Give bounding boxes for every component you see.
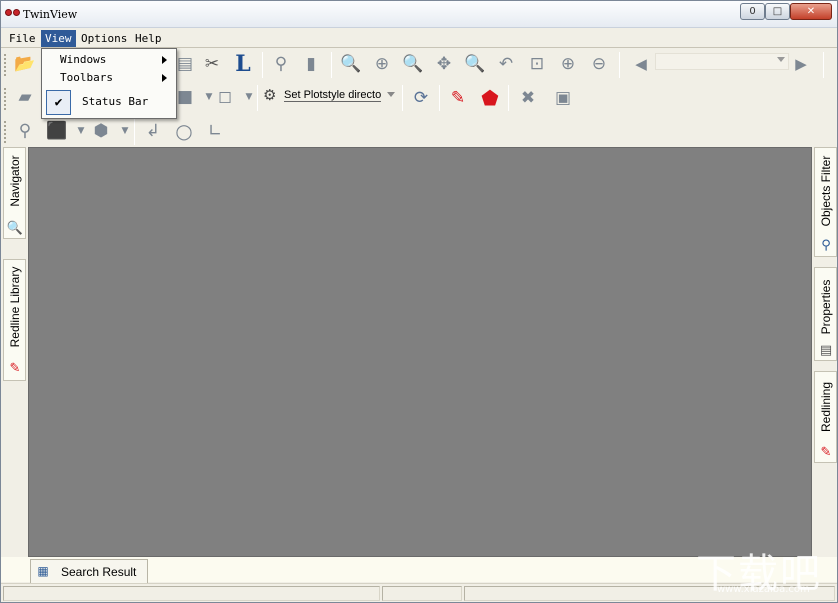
status-pane bbox=[382, 586, 462, 601]
magnifier-icon: 🔍 bbox=[6, 220, 24, 236]
next-view-icon[interactable]: ▶ bbox=[789, 52, 813, 76]
redline-shape-icon[interactable]: ⬟ bbox=[478, 86, 502, 110]
zoom-extents-icon[interactable]: ⊡ bbox=[525, 52, 549, 76]
zoom-in-icon[interactable]: ⊕ bbox=[370, 52, 394, 76]
view-menu-dropdown: Windows Toolbars ✔ Status Bar bbox=[41, 48, 177, 119]
plotstyle-combo[interactable]: ⚙ Set Plotstyle directo bbox=[262, 86, 397, 104]
search-result-icon: ▦ bbox=[37, 563, 49, 578]
app-window: TwinView 0 □ ✕ File View Options Help 📂 … bbox=[0, 0, 838, 603]
tab-redline-library[interactable]: Redline Library ✎ bbox=[3, 259, 26, 381]
layers-l-icon[interactable]: L bbox=[231, 51, 255, 77]
close-button[interactable]: ✕ bbox=[790, 3, 832, 20]
previous-view-icon[interactable]: ◀ bbox=[629, 52, 653, 76]
submenu-arrow-icon bbox=[162, 74, 167, 82]
rotate-axis-icon[interactable]: ↲ bbox=[141, 119, 165, 143]
view-selector-combo[interactable] bbox=[655, 53, 789, 70]
zoom-pan-icon[interactable]: ✥ bbox=[432, 52, 456, 76]
menu-file[interactable]: File bbox=[5, 30, 40, 47]
refresh-icon[interactable]: ⟳ bbox=[409, 86, 433, 110]
tab-navigator[interactable]: Navigator 🔍 bbox=[3, 147, 26, 239]
orbit-icon[interactable]: ⚲ bbox=[13, 119, 37, 143]
menu-options[interactable]: Options bbox=[77, 30, 131, 47]
title-bar[interactable]: TwinView 0 □ ✕ bbox=[1, 1, 837, 28]
markup-settings-icon[interactable]: ▣ bbox=[551, 86, 575, 110]
tools-icon[interactable]: ✂ bbox=[200, 52, 224, 76]
solid-icon[interactable]: ⬢ bbox=[89, 119, 113, 143]
cube-icon[interactable]: ⬛ bbox=[45, 119, 69, 143]
zoom-previous-icon[interactable]: ↶ bbox=[494, 52, 518, 76]
tab-redlining[interactable]: Redlining ✎ bbox=[814, 371, 837, 463]
properties-icon: ▤ bbox=[819, 342, 833, 358]
menu-view[interactable]: View bbox=[41, 30, 76, 47]
redline-pen-icon[interactable]: ✎ bbox=[446, 86, 470, 110]
zoom-minus-icon[interactable]: ⊖ bbox=[587, 52, 611, 76]
minimize-button[interactable]: 0 bbox=[740, 3, 765, 20]
menu-item-status-bar[interactable]: ✔ Status Bar bbox=[43, 87, 175, 117]
menu-bar: File View Options Help bbox=[1, 28, 837, 48]
delete-markup-icon[interactable]: ✖ bbox=[516, 86, 540, 110]
tab-properties[interactable]: Properties ▤ bbox=[814, 267, 837, 361]
maximize-button[interactable]: □ bbox=[765, 3, 790, 20]
pin-icon[interactable]: ⚲ bbox=[269, 52, 293, 76]
app-icon bbox=[5, 8, 21, 18]
menu-item-toolbars[interactable]: Toolbars bbox=[43, 69, 175, 87]
filter-icon: ⚲ bbox=[821, 237, 831, 253]
background-icon[interactable]: ◻ bbox=[213, 85, 237, 109]
menu-help[interactable]: Help bbox=[131, 30, 166, 47]
submenu-arrow-icon bbox=[162, 56, 167, 64]
redline-icon: ✎ bbox=[9, 360, 21, 376]
layer-stack-icon[interactable]: ▰ bbox=[13, 85, 37, 109]
rotate-icon[interactable]: ○ bbox=[172, 119, 196, 143]
status-pane-main bbox=[3, 586, 380, 601]
drawing-canvas[interactable] bbox=[28, 147, 812, 557]
zoom-out-icon[interactable]: 🔍 bbox=[401, 52, 425, 76]
open-folder-icon[interactable]: 📂 bbox=[13, 52, 37, 76]
axis-icon[interactable]: ∟ bbox=[203, 119, 227, 143]
checkmark-icon: ✔ bbox=[46, 90, 71, 115]
zoom-plus-icon[interactable]: ⊕ bbox=[556, 52, 580, 76]
right-dock: Objects Filter ⚲ Properties ▤ Redlining … bbox=[814, 147, 837, 557]
redline-icon: ✎ bbox=[820, 444, 832, 460]
gear-icon: ⚙ bbox=[263, 86, 277, 104]
zoom-icon[interactable]: 🔍 bbox=[339, 52, 363, 76]
window-title: TwinView bbox=[23, 8, 78, 21]
zoom-window-icon[interactable]: 🔍 bbox=[463, 52, 487, 76]
menu-item-windows[interactable]: Windows bbox=[43, 51, 175, 69]
left-dock: Navigator 🔍 Redline Library ✎ bbox=[3, 147, 26, 557]
tab-search-result[interactable]: ▦ Search Result bbox=[30, 559, 148, 583]
chevron-down-icon bbox=[387, 92, 395, 97]
marker-icon[interactable]: ▮ bbox=[299, 52, 323, 76]
tab-objects-filter[interactable]: Objects Filter ⚲ bbox=[814, 147, 837, 257]
watermark-url: www.xiazaiba.com bbox=[717, 584, 810, 595]
